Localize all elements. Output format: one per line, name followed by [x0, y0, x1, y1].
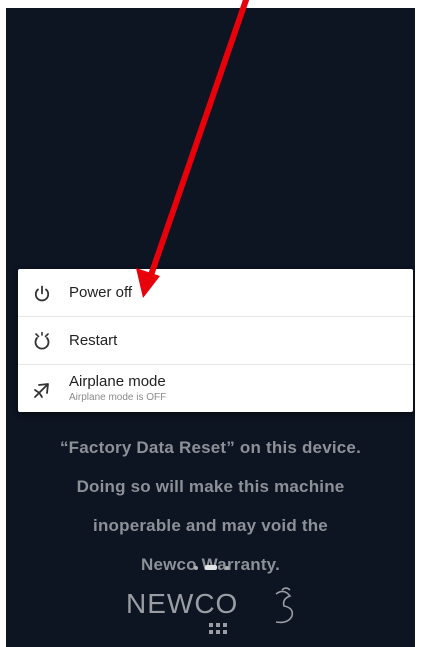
- newco-logo: NEWCO: [126, 582, 306, 642]
- power-off-button[interactable]: Power off: [18, 269, 413, 317]
- restart-label: Restart: [69, 332, 118, 349]
- page-indicator: [188, 565, 234, 571]
- airplane-icon: [34, 383, 49, 398]
- power-menu-dialog: Power off Restart Airplane mode Airplane…: [18, 269, 413, 412]
- airplane-mode-label: Airplane mode: [69, 373, 166, 390]
- page-dot: [194, 566, 198, 570]
- airplane-mode-status: Airplane mode is OFF: [69, 392, 167, 403]
- device-screen: “Factory Data Reset” on this device. Doi…: [6, 8, 415, 647]
- page-dot-active: [205, 565, 217, 570]
- page-dot: [225, 566, 229, 570]
- wallpaper-line: “Factory Data Reset” on this device.: [59, 438, 361, 457]
- wallpaper-line: inoperable and may void the: [93, 516, 328, 535]
- logo-mark-icon: [209, 587, 294, 634]
- wallpaper-line: Doing so will make this machine: [76, 477, 345, 496]
- restart-button[interactable]: Restart: [18, 317, 413, 365]
- power-icon: [34, 285, 50, 302]
- wallpaper-warning-text: “Factory Data Reset” on this device. Doi…: [6, 428, 415, 584]
- airplane-mode-toggle[interactable]: Airplane mode Airplane mode is OFF: [18, 365, 413, 412]
- power-off-label: Power off: [69, 284, 133, 301]
- restart-icon: [34, 331, 50, 350]
